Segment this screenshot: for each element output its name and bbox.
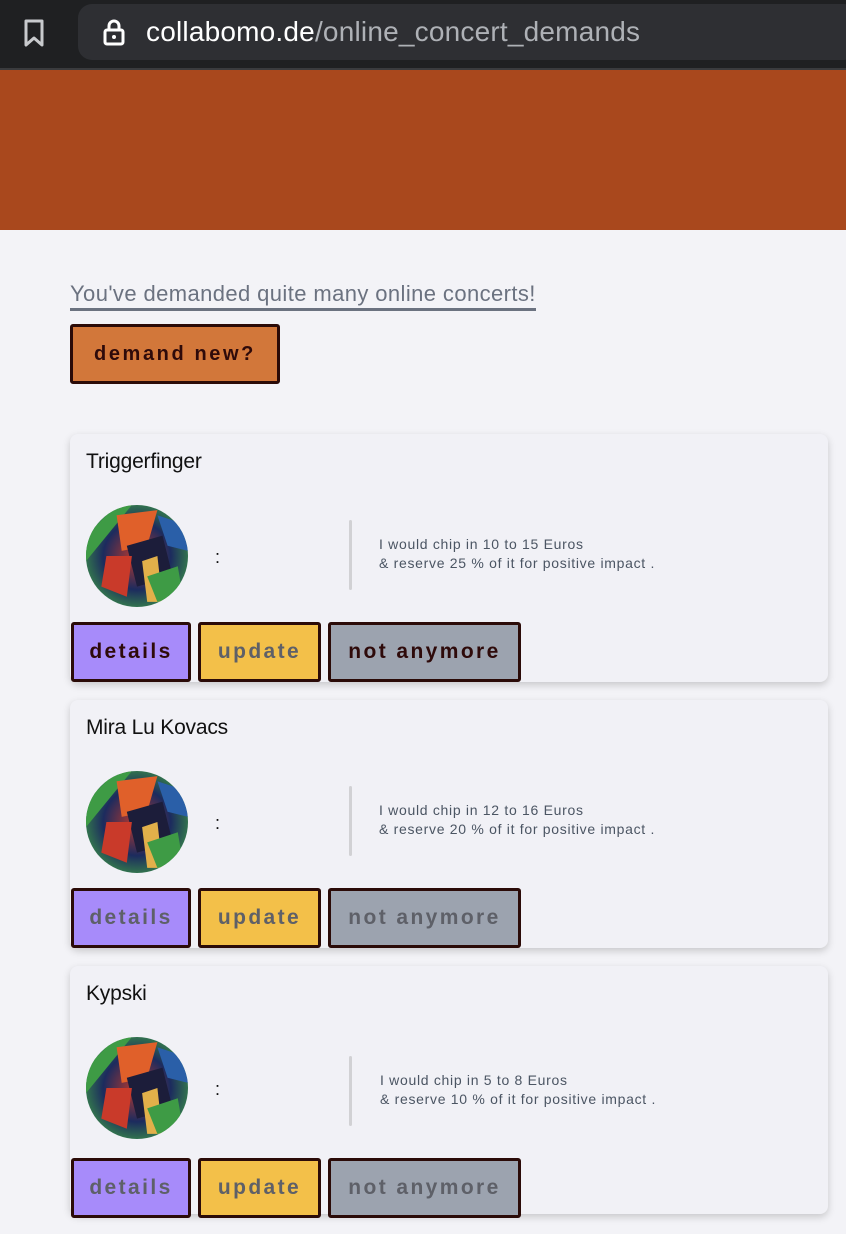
vertical-divider <box>349 1056 352 1126</box>
separator-colon: : <box>215 813 221 833</box>
offer-line-2: & reserve 20 % of it for positive impact… <box>379 821 656 837</box>
vertical-divider <box>349 520 352 590</box>
url-text[interactable]: collabomo.de/online_concert_demands <box>146 14 640 50</box>
url-domain: collabomo.de <box>146 16 315 47</box>
artist-name[interactable]: Mira Lu Kovacs <box>86 716 228 740</box>
concert-demand-card: Triggerfinger : I would chip in 10 to 15… <box>70 434 828 682</box>
header-banner <box>0 70 846 230</box>
not-anymore-button[interactable]: not anymore <box>328 1158 521 1218</box>
artist-avatar <box>86 771 188 873</box>
vertical-divider <box>349 786 352 856</box>
lock-icon <box>103 19 125 46</box>
separator-colon: : <box>215 547 221 567</box>
offer-line-2: & reserve 25 % of it for positive impact… <box>379 555 656 571</box>
not-anymore-button[interactable]: not anymore <box>328 888 521 948</box>
concert-demand-card: Kypski : I would chip in 5 to 8 Euros & … <box>70 966 828 1218</box>
offer-line-1: I would chip in 10 to 15 Euros <box>379 536 584 552</box>
artist-avatar <box>86 505 188 607</box>
demand-new-button[interactable]: demand new? <box>70 324 280 384</box>
details-button[interactable]: details <box>71 1158 191 1218</box>
bookmark-icon[interactable] <box>22 18 46 48</box>
offer-line-2: & reserve 10 % of it for positive impact… <box>380 1091 657 1107</box>
artist-name[interactable]: Kypski <box>86 982 147 1006</box>
details-button[interactable]: details <box>71 622 191 682</box>
artist-avatar <box>86 1037 188 1139</box>
not-anymore-button[interactable]: not anymore <box>328 622 521 682</box>
update-button[interactable]: update <box>198 1158 321 1218</box>
url-path: /online_concert_demands <box>314 16 641 47</box>
update-button[interactable]: update <box>198 888 321 948</box>
details-button[interactable]: details <box>71 888 191 948</box>
offer-line-1: I would chip in 5 to 8 Euros <box>380 1072 568 1088</box>
concert-demand-card: Mira Lu Kovacs : I would chip in 12 to 1… <box>70 700 828 948</box>
artist-name[interactable]: Triggerfinger <box>86 450 202 474</box>
page-headline[interactable]: You've demanded quite many online concer… <box>70 280 536 311</box>
offer-line-1: I would chip in 12 to 16 Euros <box>379 802 584 818</box>
separator-colon: : <box>215 1079 221 1099</box>
update-button[interactable]: update <box>198 622 321 682</box>
